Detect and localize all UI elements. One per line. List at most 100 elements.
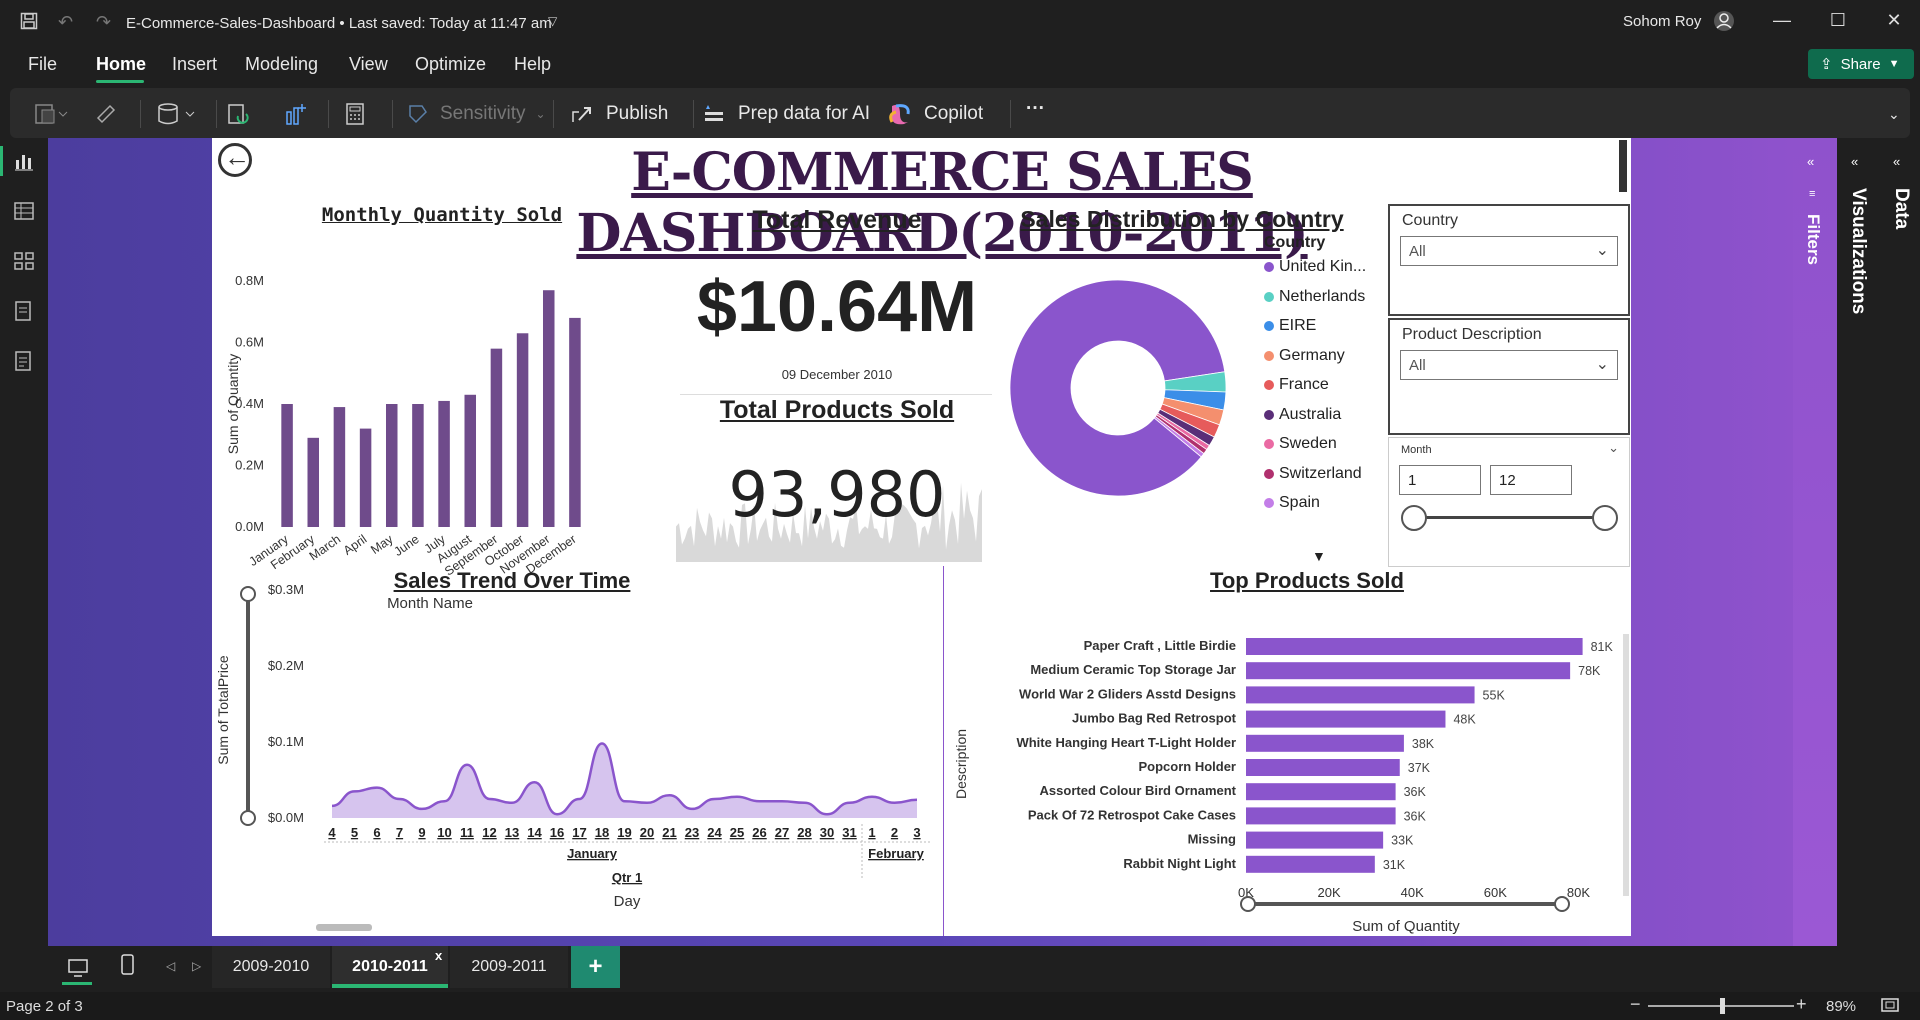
tab-2010-2011[interactable]: 2010-2011 xyxy=(332,946,448,988)
zoom-in-button[interactable]: + xyxy=(1796,994,1807,1015)
month-max-input[interactable]: 12 xyxy=(1490,465,1572,495)
y-tick-label: Jumbo Bag Red Retrospot xyxy=(1072,711,1237,726)
legend-item[interactable]: Netherlands xyxy=(1264,288,1365,306)
legend-item[interactable]: Sweden xyxy=(1264,435,1337,453)
data-pane-label[interactable]: Data xyxy=(1890,188,1912,229)
undo-icon[interactable]: ↶ xyxy=(58,12,73,33)
legend-scroll-down-icon[interactable]: ▼ xyxy=(1312,548,1326,564)
country-dropdown[interactable]: All ⌄ xyxy=(1400,236,1618,266)
publish-button[interactable]: Publish xyxy=(570,102,668,126)
tmdl-view-icon[interactable] xyxy=(12,350,36,374)
month-slider-track xyxy=(1416,516,1606,519)
close-button[interactable]: ✕ xyxy=(1879,10,1909,31)
legend-label: Spain xyxy=(1279,494,1320,511)
legend-label: Netherlands xyxy=(1279,287,1366,305)
publish-label: Publish xyxy=(606,103,669,124)
expand-data-icon[interactable]: « xyxy=(1893,154,1900,169)
zoom-out-button[interactable]: − xyxy=(1630,994,1641,1015)
model-view-icon[interactable] xyxy=(12,250,36,274)
y-axis-label: Description xyxy=(953,729,969,799)
fit-to-page-icon[interactable] xyxy=(1880,996,1900,1018)
document-title[interactable]: E-Commerce-Sales-Dashboard • Last saved:… xyxy=(126,15,552,32)
legend-item[interactable]: Australia xyxy=(1264,406,1341,424)
tab-2009-2011[interactable]: 2009-2011 xyxy=(450,946,568,988)
next-page-icon[interactable]: ▷ xyxy=(192,959,201,973)
x-tick-label: 7 xyxy=(396,825,403,840)
avatar[interactable] xyxy=(1713,10,1735,37)
bar-november xyxy=(542,290,555,527)
product-bar xyxy=(1246,662,1571,680)
collapse-ribbon-icon[interactable]: ⌄ xyxy=(1888,106,1900,123)
visualizations-pane-label[interactable]: Visualizations xyxy=(1847,188,1869,314)
format-painter-icon[interactable] xyxy=(94,102,118,124)
table-view-icon[interactable] xyxy=(12,200,36,224)
redo-icon[interactable]: ↷ xyxy=(96,12,111,33)
refresh-icon[interactable] xyxy=(226,102,250,126)
product-dropdown[interactable]: All ⌄ xyxy=(1400,350,1618,380)
share-button[interactable]: ⇪ Share ▼ xyxy=(1808,49,1914,79)
legend-marker xyxy=(1264,321,1274,331)
menu-view[interactable]: View xyxy=(349,54,388,75)
product-slicer-label: Product Description xyxy=(1402,326,1542,343)
country-donut-chart[interactable] xyxy=(1008,276,1248,516)
legend-label: United Kin... xyxy=(1279,258,1367,275)
legend-label: Sweden xyxy=(1279,435,1337,452)
monthly-quantity-title: Monthly Quantity Sold xyxy=(321,204,563,226)
product-bar xyxy=(1246,638,1583,655)
x-tick-label: 25 xyxy=(730,825,744,840)
desktop-layout-icon[interactable] xyxy=(56,950,100,986)
more-options-button[interactable]: ··· xyxy=(1026,98,1045,120)
chevron-down-icon[interactable]: ⌄ xyxy=(1608,440,1619,456)
legend-item[interactable]: France xyxy=(1264,376,1329,394)
expand-filters-icon[interactable]: « xyxy=(1807,154,1814,169)
legend-item[interactable]: Germany xyxy=(1264,347,1345,365)
copilot-button[interactable]: Copilot xyxy=(886,102,983,126)
month-min-input[interactable]: 1 xyxy=(1399,465,1481,495)
month-slider-min-handle[interactable] xyxy=(1401,505,1427,531)
new-visual-icon[interactable] xyxy=(284,102,308,126)
menu-help[interactable]: Help xyxy=(514,54,551,75)
sensitivity-button[interactable]: Sensitivity ⌄ xyxy=(406,102,546,126)
x-tick-label: 11 xyxy=(460,825,474,840)
dax-query-view-icon[interactable] xyxy=(12,300,36,324)
data-label: 78K xyxy=(1578,664,1601,678)
menu-insert[interactable]: Insert xyxy=(172,54,217,75)
page-indicator: Page 2 of 3 xyxy=(6,998,83,1015)
tab-2009-2010[interactable]: 2009-2010 xyxy=(212,946,330,988)
legend-item[interactable]: Switzerland xyxy=(1264,465,1362,483)
zoom-slider-handle[interactable] xyxy=(1720,998,1725,1014)
sales-trend-chart[interactable]: $0.0M $0.1M $0.2M $0.3M Sum of TotalPrice 4 5 6… xyxy=(212,584,942,936)
legend-label: EIRE xyxy=(1279,317,1317,334)
legend-item[interactable]: United Kin... xyxy=(1264,258,1366,276)
legend-item[interactable]: Spain xyxy=(1264,494,1320,512)
title-accent-bar xyxy=(1619,140,1627,192)
menu-optimize[interactable]: Optimize xyxy=(415,54,486,75)
chevron-down-icon[interactable]: ▽ xyxy=(548,14,557,28)
add-page-button[interactable]: + xyxy=(571,946,620,988)
get-data-icon[interactable] xyxy=(156,102,200,126)
top-products-chart[interactable]: Paper Craft , Little Birdie 81K Medium Cer… xyxy=(946,584,1631,936)
total-revenue-value: $10.64M xyxy=(696,267,978,347)
x-tick-label: 18 xyxy=(595,825,609,840)
close-tab-icon[interactable]: x xyxy=(435,948,442,963)
menu-file[interactable]: File xyxy=(28,54,57,75)
filters-pane-label[interactable]: Filters xyxy=(1803,214,1823,265)
month-slider-max-handle[interactable] xyxy=(1592,505,1618,531)
report-view-icon[interactable] xyxy=(12,150,36,174)
legend-label: France xyxy=(1279,376,1329,393)
paste-icon[interactable] xyxy=(34,102,68,124)
menu-home[interactable]: Home xyxy=(96,54,146,75)
mobile-layout-icon[interactable] xyxy=(120,954,136,981)
save-icon[interactable] xyxy=(20,12,38,35)
previous-page-icon[interactable]: ◁ xyxy=(166,959,175,973)
minimize-button[interactable]: — xyxy=(1767,10,1797,31)
back-arrow-icon[interactable] xyxy=(218,142,252,177)
data-label: 38K xyxy=(1412,737,1435,751)
prep-data-button[interactable]: Prep data for AI xyxy=(702,102,870,126)
expand-visualizations-icon[interactable]: « xyxy=(1851,154,1858,169)
legend-label: Australia xyxy=(1279,405,1342,423)
menu-modeling[interactable]: Modeling xyxy=(245,54,318,75)
legend-item[interactable]: EIRE xyxy=(1264,317,1316,335)
calculator-icon[interactable] xyxy=(344,102,366,126)
maximize-button[interactable]: ☐ xyxy=(1823,10,1853,31)
